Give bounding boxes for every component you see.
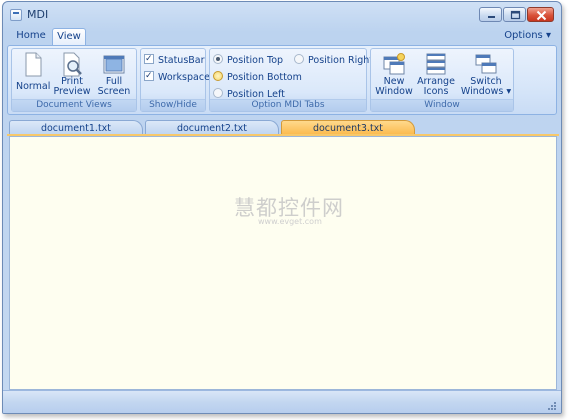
full-screen-button[interactable]: Full Screen bbox=[96, 52, 132, 97]
full-screen-icon bbox=[102, 52, 126, 76]
minimize-icon bbox=[488, 16, 495, 18]
maximize-button[interactable] bbox=[503, 7, 526, 22]
group-label-window: Window bbox=[371, 99, 513, 111]
normal-view-button[interactable]: Normal bbox=[16, 52, 50, 92]
position-bottom-label: Position Bottom bbox=[227, 72, 302, 83]
resize-grip-icon[interactable] bbox=[547, 401, 557, 411]
print-preview-icon bbox=[60, 52, 84, 77]
page-icon bbox=[21, 52, 45, 77]
document-area[interactable] bbox=[9, 136, 557, 390]
switch-windows-button[interactable]: Switch Windows ▾ bbox=[460, 52, 512, 97]
group-option-mdi-tabs: Position Top Position Right Position Bot… bbox=[209, 48, 373, 112]
workspace-label: Workspace bbox=[158, 72, 210, 83]
tab-document3[interactable]: document3.txt bbox=[281, 120, 415, 135]
tab-document2[interactable]: document2.txt bbox=[145, 120, 279, 135]
window-label: Window bbox=[375, 86, 413, 97]
watermark-url: www.evget.com bbox=[258, 217, 322, 226]
group-label-document-views: Document Views bbox=[12, 99, 136, 111]
chevron-down-icon: ▾ bbox=[545, 30, 551, 41]
statusbar-label: StatusBar bbox=[158, 55, 205, 66]
position-top-radio[interactable]: Position Top bbox=[213, 54, 283, 68]
group-document-views: Normal Print Preview Full Screen Documen… bbox=[11, 48, 137, 112]
radio-icon bbox=[213, 88, 223, 98]
group-window: New Window Arrange Icons Switch Windows … bbox=[370, 48, 514, 112]
app-window: MDI Home View Options ▾ Normal Print Pre… bbox=[2, 1, 562, 414]
arrange-icons-button[interactable]: Arrange Icons bbox=[416, 52, 456, 97]
radio-icon bbox=[294, 54, 304, 64]
options-menu[interactable]: Options ▾ bbox=[504, 30, 551, 41]
normal-label: Normal bbox=[16, 81, 51, 92]
maximize-icon bbox=[510, 10, 521, 20]
checkbox-checked-icon bbox=[144, 70, 154, 82]
options-label: Options bbox=[504, 30, 543, 41]
status-bar bbox=[3, 390, 561, 413]
tab-document1[interactable]: document1.txt bbox=[9, 120, 143, 135]
radio-selected-icon bbox=[213, 54, 223, 64]
workspace-checkbox[interactable]: Workspace bbox=[144, 70, 210, 85]
group-label-option-mdi-tabs: Option MDI Tabs bbox=[210, 99, 366, 111]
tab-view[interactable]: View bbox=[52, 28, 86, 46]
switch-windows-icon bbox=[474, 52, 498, 76]
icons-label: Icons bbox=[423, 86, 449, 97]
windows-dropdown-label: Windows ▾ bbox=[460, 86, 512, 97]
app-icon[interactable] bbox=[10, 9, 22, 21]
title-bar[interactable]: MDI bbox=[3, 2, 561, 26]
position-bottom-radio[interactable]: Position Bottom bbox=[213, 71, 302, 85]
close-icon bbox=[536, 10, 547, 21]
window-title: MDI bbox=[27, 8, 49, 21]
radio-hover-icon bbox=[213, 71, 223, 81]
screen-label: Screen bbox=[97, 86, 131, 97]
checkbox-checked-icon bbox=[144, 53, 154, 65]
new-window-button[interactable]: New Window bbox=[374, 52, 414, 97]
arrange-icons-icon bbox=[424, 52, 448, 76]
tab-home[interactable]: Home bbox=[11, 28, 51, 46]
minimize-button[interactable] bbox=[479, 7, 502, 22]
print-preview-button[interactable]: Print Preview bbox=[52, 52, 92, 97]
document-tab-bar: document1.txt document2.txt document3.tx… bbox=[7, 119, 559, 136]
ribbon-tab-bar: Home View Options ▾ bbox=[3, 26, 561, 46]
position-right-label: Position Right bbox=[308, 55, 374, 66]
new-window-icon bbox=[382, 52, 406, 76]
group-show-hide: StatusBar Workspace Show/Hide bbox=[140, 48, 210, 112]
group-label-show-hide: Show/Hide bbox=[141, 99, 205, 111]
position-right-radio[interactable]: Position Right bbox=[294, 54, 373, 68]
statusbar-checkbox[interactable]: StatusBar bbox=[144, 53, 205, 68]
ribbon-panel: Normal Print Preview Full Screen Documen… bbox=[7, 45, 557, 115]
preview-label: Preview bbox=[53, 86, 91, 97]
position-top-label: Position Top bbox=[227, 55, 284, 66]
close-button[interactable] bbox=[527, 7, 554, 22]
